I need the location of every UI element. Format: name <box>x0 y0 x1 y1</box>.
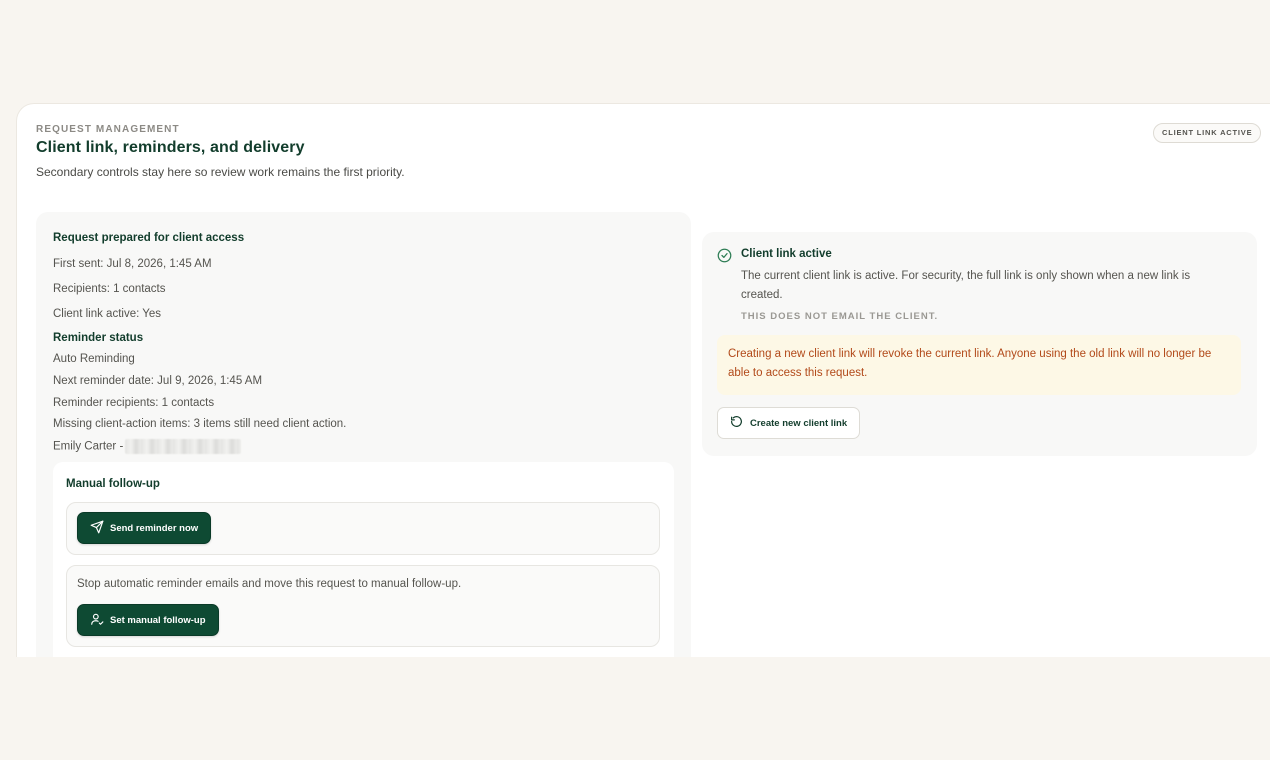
request-panel-title: Request prepared for client access <box>53 232 245 244</box>
reminder-recipients-text: Reminder recipients: 1 contacts <box>53 397 215 409</box>
user-icon <box>90 612 104 629</box>
send-reminder-box: Send reminder now <box>66 502 660 555</box>
manual-followup-title: Manual follow-up <box>66 478 160 490</box>
manual-followup-text: Stop automatic reminder emails and move … <box>77 578 462 590</box>
redacted-email <box>125 439 242 454</box>
check-circle-icon <box>717 248 732 263</box>
recipients-text: Recipients: 1 contacts <box>53 283 166 295</box>
set-manual-followup-button[interactable]: Set manual follow-up <box>77 604 219 636</box>
status-badge: CLIENT LINK ACTIVE <box>1153 123 1262 143</box>
client-link-active-text: Client link active: Yes <box>53 308 162 320</box>
client-link-title: Client link active <box>741 248 832 260</box>
contact-name: Emily Carter - <box>53 440 124 453</box>
send-reminder-button[interactable]: Send reminder now <box>77 512 212 544</box>
revoke-warning: Creating a new client link will revoke t… <box>717 335 1241 395</box>
request-panel: Request prepared for client access First… <box>36 212 691 657</box>
client-link-note: THIS DOES NOT EMAIL THE CLIENT. <box>741 311 939 322</box>
reminder-status-heading: Reminder status <box>53 332 144 344</box>
section-eyebrow: REQUEST MANAGEMENT <box>36 124 180 135</box>
section-subtitle: Secondary controls stay here so review w… <box>36 165 405 179</box>
manual-followup-box: Stop automatic reminder emails and move … <box>66 565 660 647</box>
send-icon <box>90 520 104 537</box>
reminder-mode-text: Auto Reminding <box>53 353 135 365</box>
client-link-description: The current client link is active. For s… <box>741 270 1191 301</box>
contact-line: Emily Carter - <box>53 439 242 454</box>
create-new-client-link-label: Create new client link <box>750 417 848 429</box>
first-sent-text: First sent: Jul 8, 2026, 1:45 AM <box>53 258 212 270</box>
client-link-panel: Client link active The current client li… <box>702 232 1257 456</box>
create-new-client-link-button[interactable]: Create new client link <box>717 407 861 439</box>
request-management-card: REQUEST MANAGEMENT Client link, reminder… <box>16 103 1270 657</box>
refresh-icon <box>730 415 743 431</box>
manual-followup-panel: Manual follow-up Send reminder now Stop … <box>53 462 674 657</box>
set-manual-followup-label: Set manual follow-up <box>110 614 206 626</box>
section-title: Client link, reminders, and delivery <box>36 139 305 156</box>
missing-items-text: Missing client-action items: 3 items sti… <box>53 418 347 430</box>
next-reminder-date-text: Next reminder date: Jul 9, 2026, 1:45 AM <box>53 375 263 387</box>
send-reminder-label: Send reminder now <box>110 522 199 534</box>
